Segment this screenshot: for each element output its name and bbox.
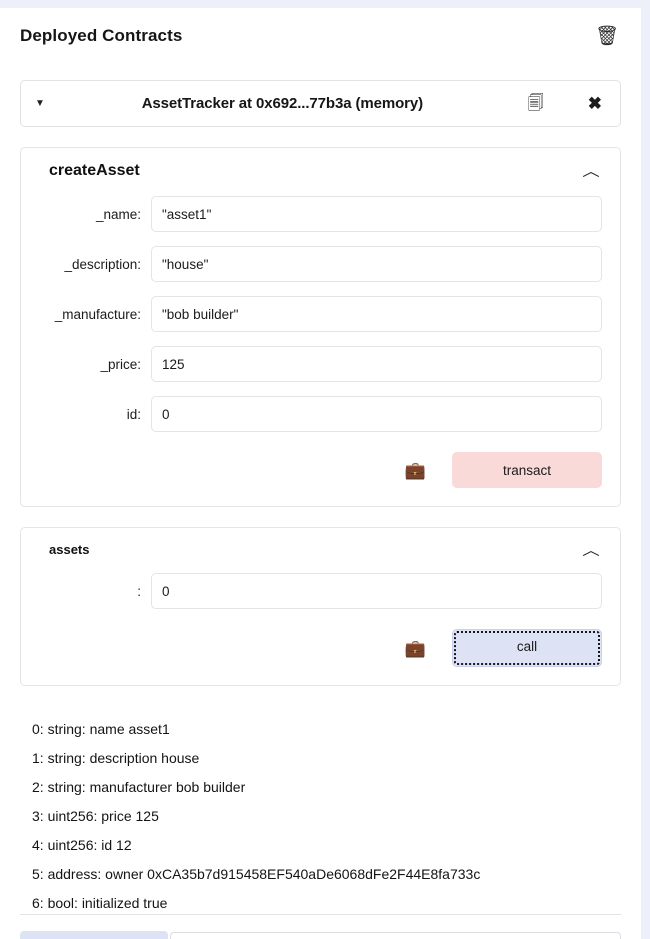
chevron-up-icon-assets[interactable]: ︿ (577, 543, 605, 557)
copy-icon[interactable]: 🗐 (528, 95, 544, 112)
param-row-id: id: (39, 396, 602, 432)
function-name-assets: assets (49, 542, 90, 557)
param-label-manufacture: _manufacture: (54, 306, 141, 322)
close-icon[interactable]: ✖ (588, 95, 602, 112)
remix-deploy-panel: Deployed Contracts 🗑 ▼ AssetTracker at 0… (0, 0, 650, 939)
param-label-description: _description: (64, 256, 141, 272)
param-input-description[interactable] (151, 246, 602, 282)
function-card-assets: assets ︿ : 💼 call (20, 527, 621, 686)
bottom-tab-fragment[interactable] (20, 931, 168, 939)
output-line: 5: address: owner 0xCA35b7d915458EF540aD… (32, 866, 481, 882)
right-edge-gutter (641, 0, 650, 939)
param-input-price[interactable] (151, 346, 602, 382)
param-row-description: _description: (39, 246, 602, 282)
output-line: 4: uint256: id 12 (32, 837, 132, 853)
briefcase-icon[interactable]: 💼 (405, 462, 426, 479)
function-card-create-asset: createAsset ︿ _name: _description: _manu… (20, 147, 621, 507)
function-header-assets[interactable]: assets ︿ (39, 540, 602, 559)
output-line: 0: string: name asset1 (32, 721, 170, 737)
contract-instance-header[interactable]: ▼ AssetTracker at 0x692...77b3a (memory)… (21, 81, 620, 126)
briefcase-icon-assets[interactable]: 💼 (405, 640, 426, 657)
bottom-panel-fragment (170, 932, 621, 939)
contract-instance-card: ▼ AssetTracker at 0x692...77b3a (memory)… (20, 80, 621, 127)
param-row-manufacture: _manufacture: (39, 296, 602, 332)
output-line: 3: uint256: price 125 (32, 808, 159, 824)
transact-button[interactable]: transact (452, 452, 602, 488)
function-name-create-asset: createAsset (49, 162, 140, 179)
param-input-assets-index[interactable] (151, 573, 602, 609)
top-accent-strip (0, 0, 650, 8)
chevron-up-icon[interactable]: ︿ (577, 164, 605, 178)
param-row-assets-index: : (39, 573, 602, 609)
page-title: Deployed Contracts (20, 26, 183, 45)
action-row-assets: 💼 call (39, 629, 602, 667)
contract-instance-title: AssetTracker at 0x692...77b3a (memory) (141, 95, 424, 112)
action-row-create-asset: 💼 transact (39, 452, 602, 488)
output-line: 1: string: description house (32, 750, 200, 766)
deployed-contracts-panel: Deployed Contracts 🗑 ▼ AssetTracker at 0… (0, 8, 641, 939)
param-row-price: _price: (39, 346, 602, 382)
deployed-contracts-header: Deployed Contracts 🗑 (0, 8, 641, 64)
param-label-name: _name: (95, 206, 141, 222)
param-input-manufacture[interactable] (151, 296, 602, 332)
param-label-assets-index: : (137, 583, 141, 599)
chevron-down-icon[interactable]: ▼ (35, 98, 55, 109)
param-input-name[interactable] (151, 196, 602, 232)
param-label-price: _price: (100, 356, 141, 372)
output-line: 2: string: manufacturer bob builder (32, 779, 246, 795)
param-label-id: id: (126, 406, 141, 422)
call-button[interactable]: call (452, 629, 602, 667)
trash-icon[interactable]: 🗑 (591, 25, 623, 48)
param-input-id[interactable] (151, 396, 602, 432)
decoded-output: 0: string: name asset1 1: string: descri… (32, 714, 621, 917)
output-line: 6: bool: initialized true (32, 895, 168, 911)
param-row-name: _name: (39, 196, 602, 232)
bottom-divider (20, 914, 621, 915)
function-header-create-asset[interactable]: createAsset ︿ (39, 160, 602, 182)
